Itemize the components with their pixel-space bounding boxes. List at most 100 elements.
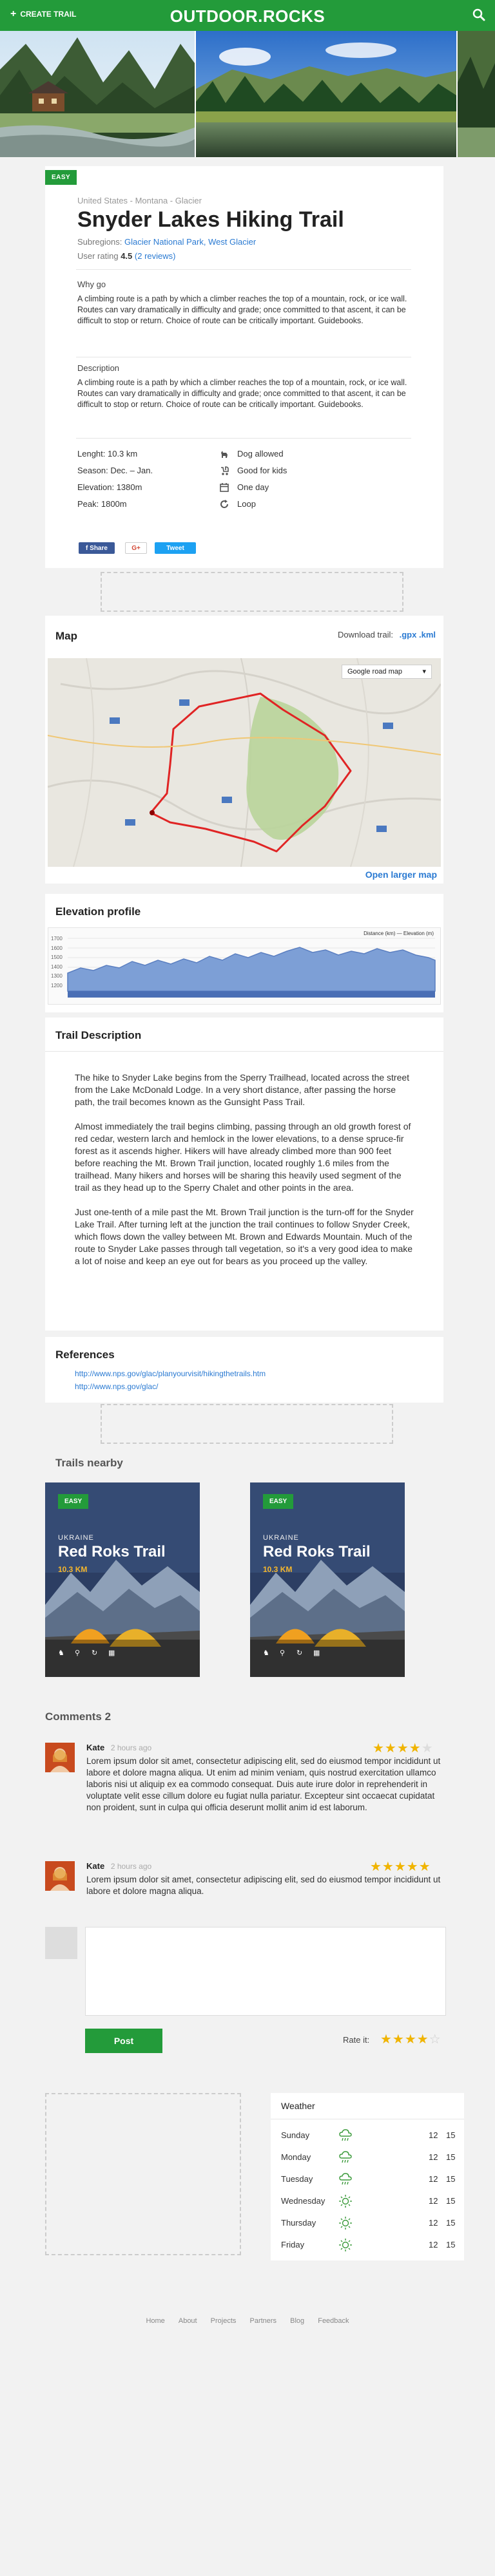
season-stat: Season: Dec. – Jan. [77, 466, 153, 475]
elevation-chart[interactable]: Distance (km) — Elevation (m) 1700 1600 … [48, 927, 441, 1005]
trail-description-title: Trail Description [55, 1029, 142, 1041]
weather-day: Wednesday [281, 2196, 325, 2206]
description-paragraph: The hike to Snyder Lake begins from the … [75, 1072, 410, 1107]
footer-link-feedback[interactable]: Feedback [318, 2317, 349, 2325]
rating-value: 4.5 [121, 251, 133, 261]
footer-link-partners[interactable]: Partners [249, 2317, 277, 2325]
rain-icon [338, 2150, 353, 2164]
dog-icon [221, 451, 228, 458]
description-text: A climbing route is a path by which a cl… [77, 378, 407, 409]
trail-card-distance: 10.3 KM [263, 1565, 293, 1574]
rating-label: User rating [77, 251, 119, 261]
calendar-icon: ▦ [108, 1649, 115, 1657]
comment-rating-stars: ★★★★★ [370, 1860, 431, 1874]
feature-kids: Good for kids [219, 462, 287, 479]
rate-it: Rate it: [343, 2035, 369, 2045]
weather-temp-high: 15 [446, 2196, 456, 2206]
feature-route-type: Loop [219, 496, 287, 513]
weather-row: Monday 12 15 [271, 2146, 464, 2168]
stroller-icon: ⚲ [280, 1649, 286, 1657]
calendar-icon [220, 483, 229, 492]
tweet-button[interactable]: Tweet [155, 542, 196, 554]
footer-link-about[interactable]: About [179, 2317, 197, 2325]
sun-icon [338, 2216, 353, 2230]
facebook-share-button[interactable]: f Share [79, 542, 115, 554]
weather-temp-high: 15 [446, 2218, 456, 2228]
weather-row: Thursday 12 15 [271, 2211, 464, 2233]
trail-card-photo [250, 1482, 405, 1677]
feature-dog: Dog allowed [219, 446, 287, 462]
loop-icon [220, 500, 228, 508]
avatar[interactable] [45, 1743, 75, 1772]
author-name[interactable]: Kate [86, 1861, 104, 1871]
gallery-photos [0, 31, 495, 157]
elevation-stat: Elevation: 1380m [77, 482, 142, 492]
sun-icon [338, 2238, 353, 2252]
weather-day: Monday [281, 2152, 311, 2162]
weather-temp-high: 15 [446, 2152, 456, 2162]
weather-temp-low: 12 [429, 2218, 438, 2228]
rain-icon [338, 2128, 353, 2143]
weather-temp-low: 12 [429, 2240, 438, 2249]
nearby-trail-card[interactable]: EASY UKRAINE Red Roks Trail 10.3 KM ♞ ⚲ … [250, 1482, 405, 1677]
footer-link-blog[interactable]: Blog [290, 2317, 304, 2325]
weather-temp-high: 15 [446, 2174, 456, 2184]
page-title: Snyder Lakes Hiking Trail [77, 207, 344, 232]
footer-link-home[interactable]: Home [146, 2317, 164, 2325]
divider [45, 1051, 443, 1052]
divider [76, 438, 411, 439]
reference-link[interactable]: http://www.nps.gov/glac/planyourvisit/hi… [75, 1369, 266, 1378]
weather-temp-high: 15 [446, 2130, 456, 2140]
ad-placeholder [101, 572, 403, 612]
trail-card-photo [45, 1482, 200, 1677]
trail-features: Dog allowed Good for kids One day Loop [219, 446, 287, 513]
weather-row: Sunday 12 15 [271, 2124, 464, 2146]
trail-stats: Lenght: 10.3 km Season: Dec. – Jan. Elev… [77, 446, 153, 513]
weather-row: Friday 12 15 [271, 2233, 464, 2255]
trail-description-section: Trail Description The hike to Snyder Lak… [45, 1018, 443, 1331]
google-plus-button[interactable]: G+ [125, 542, 147, 554]
trail-map[interactable]: Google road map ▾ [48, 658, 441, 867]
post-button[interactable]: Post [85, 2029, 162, 2053]
author-name[interactable]: Kate [86, 1743, 104, 1752]
open-larger-map-link[interactable]: Open larger map [365, 869, 437, 880]
map-section: Map Download trail: .gpx .kml Google roa… [45, 616, 443, 884]
feature-label: Loop [237, 499, 256, 509]
ad-placeholder [45, 2093, 241, 2255]
reviews-link[interactable]: (2 reviews) [135, 251, 176, 261]
sun-icon [338, 2194, 353, 2208]
trail-card-name[interactable]: Red Roks Trail [263, 1543, 371, 1561]
nearby-trail-card[interactable]: EASY UKRAINE Red Roks Trail 10.3 KM ♞ ⚲ … [45, 1482, 200, 1677]
reference-link[interactable]: http://www.nps.gov/glac/ [75, 1382, 158, 1391]
why-go-label: Why go [77, 279, 106, 289]
gpx-download-link[interactable]: .gpx [400, 630, 417, 639]
subregions-link[interactable]: Glacier National Park, West Glacier [124, 237, 256, 247]
footer-link-projects[interactable]: Projects [211, 2317, 237, 2325]
search-icon[interactable] [472, 8, 486, 22]
stroller-icon: ⚲ [75, 1649, 81, 1657]
footer-nav: Home About Projects Partners Blog Feedba… [0, 2317, 495, 2325]
kml-download-link[interactable]: .kml [419, 630, 436, 639]
map-type-dropdown[interactable]: Google road map ▾ [342, 665, 432, 679]
loop-icon: ↻ [92, 1649, 98, 1657]
description-paragraph: Just one-tenth of a mile past the Mt. Br… [75, 1207, 414, 1266]
comment-text: Lorem ipsum dolor sit amet, consectetur … [86, 1875, 441, 1896]
comment-time: 2 hours ago [110, 1862, 152, 1871]
feature-label: Good for kids [237, 466, 287, 475]
breadcrumb[interactable]: United States - Montana - Glacier [77, 196, 202, 205]
avatar[interactable] [45, 1861, 75, 1891]
comment-textarea[interactable] [85, 1927, 446, 2016]
create-trail-button[interactable]: + CREATE TRAIL [10, 9, 76, 19]
photo-gallery[interactable] [0, 31, 495, 157]
chevron-down-icon: ▾ [422, 668, 426, 676]
rate-label: Rate it: [343, 2035, 370, 2045]
subregions-label: Subregions: [77, 237, 122, 247]
feature-label: Dog allowed [237, 449, 284, 459]
top-bar: + CREATE TRAIL OUTDOOR.ROCKS [0, 0, 495, 31]
references-section: References http://www.nps.gov/glac/plany… [45, 1337, 443, 1403]
trail-card-name[interactable]: Red Roks Trail [58, 1543, 166, 1561]
map-canvas [48, 658, 441, 867]
weather-widget: Weather Sunday 12 15 Monday 12 15 Tuesday 12 15 W… [271, 2093, 464, 2260]
rate-stars-input[interactable]: ★★★★☆ [380, 2031, 442, 2047]
user-rating: User rating 4.5 (2 reviews) [77, 251, 175, 261]
